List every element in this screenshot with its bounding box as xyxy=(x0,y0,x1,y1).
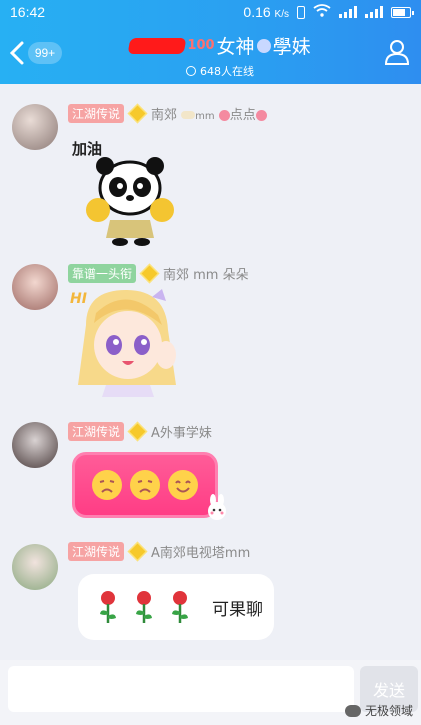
sad-emoji-icon xyxy=(130,470,160,500)
status-time: 16:42 xyxy=(10,4,46,20)
message-text: 可果聊 xyxy=(212,599,263,620)
sender-name[interactable]: 南郊 mm 朵朵 xyxy=(163,264,249,283)
title-end: 學妹 xyxy=(272,36,311,58)
member-title-tag: 江湖传说 xyxy=(68,422,125,441)
rose-icon xyxy=(172,591,188,623)
status-bar: 16:42 0.16 K/s xyxy=(0,0,421,24)
sender-meta: 江湖传说 南郊 mm 点点 xyxy=(68,104,267,123)
panda-sticker[interactable]: 加油 xyxy=(72,132,182,247)
nav-bar: 99+ 100 女神 學妹 648人在线 xyxy=(0,24,421,84)
status-indicators: 0.16 K/s xyxy=(243,4,414,20)
vibrate-icon xyxy=(297,5,305,19)
sender-name[interactable]: A南郊电视塔mm xyxy=(151,542,250,561)
rose-icon xyxy=(136,591,152,623)
avatar[interactable] xyxy=(12,264,58,310)
signal-icon xyxy=(339,6,357,18)
sender-name[interactable]: A外事学妹 xyxy=(151,422,212,441)
wechat-icon xyxy=(344,704,361,717)
network-speed: 0.16 K/s xyxy=(243,4,289,20)
flower-icon xyxy=(255,110,267,121)
input-bar: 发送 无极领域 xyxy=(0,660,421,725)
diamond-icon xyxy=(129,543,146,560)
back-arrow-icon[interactable] xyxy=(8,40,26,66)
avatar[interactable] xyxy=(12,422,58,468)
sparkle-icon xyxy=(256,38,271,53)
wifi-icon xyxy=(313,4,331,20)
avatar[interactable] xyxy=(12,104,58,150)
smile-emoji-icon xyxy=(168,470,198,500)
flower-icon xyxy=(218,110,230,121)
sender-meta: 江湖传说 A南郊电视塔mm xyxy=(68,542,250,561)
diamond-icon xyxy=(129,423,146,440)
signal-icon-2 xyxy=(365,6,383,18)
member-title-tag: 靠谱一头衔 xyxy=(68,264,137,283)
redacted-mark xyxy=(127,37,187,54)
rose-icon xyxy=(100,591,116,623)
diamond-icon xyxy=(129,105,146,122)
avatar[interactable] xyxy=(12,544,58,590)
diamond-icon xyxy=(141,265,158,282)
watermark: 无极领域 xyxy=(344,702,413,719)
sender-name[interactable]: 南郊 mm 点点 xyxy=(151,104,267,123)
member-title-tag: 江湖传说 xyxy=(68,542,125,561)
emoji-message-bubble[interactable] xyxy=(72,452,218,518)
title-text: 女神 xyxy=(216,36,255,58)
clock-icon xyxy=(186,66,196,76)
sender-meta: 靠谱一头衔 南郊 mm 朵朵 xyxy=(68,264,249,283)
hundred-icon: 100 xyxy=(187,38,215,53)
member-title-tag: 江湖传说 xyxy=(68,104,125,123)
unread-badge[interactable]: 99+ xyxy=(28,42,62,64)
group-members-icon[interactable] xyxy=(383,38,411,66)
battery-icon xyxy=(391,6,414,18)
sticker-text: HI xyxy=(70,291,87,307)
message-input[interactable] xyxy=(8,666,354,712)
text-message-bubble[interactable]: 可果聊 xyxy=(78,574,274,640)
group-title[interactable]: 100 女神 學妹 648人在线 xyxy=(110,32,330,79)
chat-header: 16:42 0.16 K/s 99+ 100 女神 學妹 648人在线 xyxy=(0,0,421,84)
bunny-icon xyxy=(204,494,230,520)
anime-girl-sticker[interactable]: HI xyxy=(66,285,186,397)
sender-meta: 江湖传说 A外事学妹 xyxy=(68,422,212,441)
sad-emoji-icon xyxy=(92,470,122,500)
online-count: 648人在线 xyxy=(110,63,330,79)
